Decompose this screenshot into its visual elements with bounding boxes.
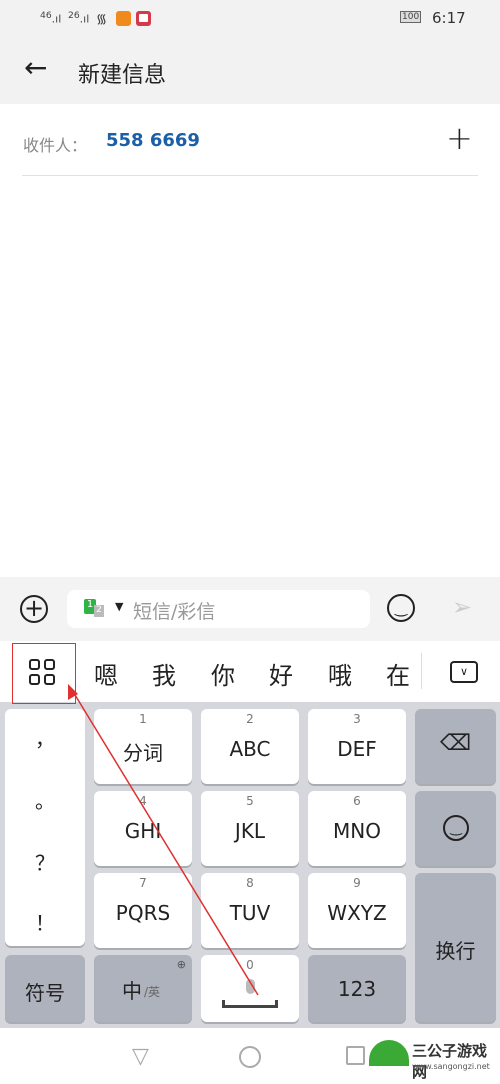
annotation-arrow-line	[71, 689, 259, 996]
annotation-arrow	[68, 684, 259, 996]
